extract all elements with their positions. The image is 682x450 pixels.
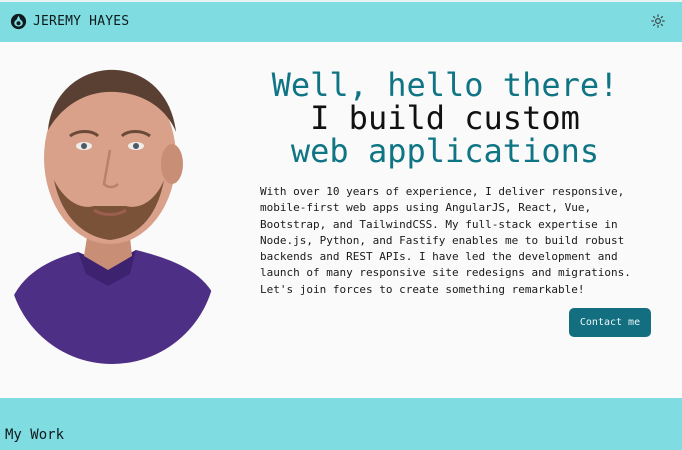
theme-toggle-button[interactable]: [651, 14, 665, 28]
headline-web-apps: web applications: [290, 132, 600, 170]
brand[interactable]: JEREMY HAYES: [10, 13, 129, 30]
headline-greeting: Well, hello there!: [271, 66, 619, 104]
my-work-heading: My Work: [5, 427, 65, 443]
profile-portrait: [8, 60, 216, 368]
hero-headline: Well, hello there! I build custom web ap…: [256, 69, 634, 168]
top-nav-bar: JEREMY HAYES: [0, 0, 682, 42]
bio-paragraph: With over 10 years of experience, I deli…: [260, 185, 631, 296]
hero-section: Well, hello there! I build custom web ap…: [0, 42, 682, 398]
my-work-section: My Work: [0, 398, 682, 450]
brand-logo-icon: [10, 13, 27, 30]
contact-me-button[interactable]: Contact me: [569, 308, 651, 337]
sun-icon: [651, 14, 665, 28]
brand-name: JEREMY HAYES: [33, 14, 130, 29]
headline-build: I build custom: [310, 99, 580, 137]
